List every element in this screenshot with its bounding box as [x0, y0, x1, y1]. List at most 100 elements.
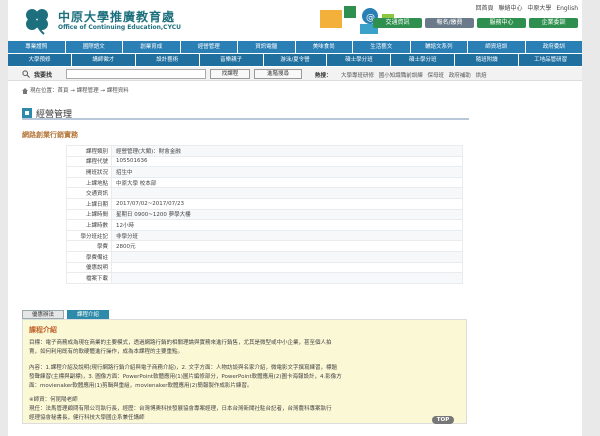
top-link-english[interactable]: English [556, 5, 578, 12]
intro-paragraph: 現任：法馬管理顧問有限公司執行長，經歷：台灣博奧科技發展協會專案經理，日本台灣新… [29, 406, 332, 412]
breadcrumb-text[interactable]: 現在位置：首頁 → 課程管理 → 課程資料 [30, 88, 129, 94]
intro-paragraph: 目標：電子商務成為現在商業的主要模式，透過網路行銷的相關理論與實務來進行銷售，尤… [29, 340, 332, 346]
row-value: 12小時 [111, 219, 463, 231]
nav-item[interactable]: 生活藝文 [353, 41, 410, 53]
row-label: 檔案下載 [66, 272, 112, 284]
course-intro-panel: 課程介紹 目標：電子商務成為現在商業的主要模式，透過網路行銷的相關理論與實務來進… [22, 319, 467, 424]
row-value [111, 187, 463, 199]
course-info-table: 課程類別 經營管理(大類)：財會金融 課程代號 105501636 開班狀況 招生中 … [66, 145, 463, 284]
table-row: 開班狀況 招生中 [66, 166, 463, 178]
row-value: 星期日 0900~1200 夢學大樓 [111, 208, 463, 221]
nav-item[interactable]: 經營管理 [180, 41, 237, 53]
row-label: 課程類別 [66, 145, 112, 157]
row-label: 上課時間 [66, 208, 112, 221]
breadcrumb: 現在位置：首頁 → 課程管理 → 課程資料 [22, 86, 129, 94]
row-value[interactable] [111, 272, 463, 284]
row-label: 學費 [66, 240, 112, 252]
back-to-top-button[interactable]: TOP [432, 416, 454, 424]
hot-search-label: 熱搜： [315, 73, 332, 79]
top-link-home[interactable]: 回首頁 [476, 5, 494, 12]
row-label: 上課日期 [66, 197, 112, 210]
hot-search-link[interactable]: 政府補助 [449, 73, 471, 79]
nav-item[interactable]: 輔諮文系列 [410, 41, 467, 53]
top-links: 回首頁 聯絡中心 中原大學 English [473, 3, 578, 12]
nav-item[interactable]: 工地品管研習 [519, 54, 582, 66]
page-title-bar: 經營管理 [22, 107, 469, 120]
header: 中原大學推廣教育處 Office of Continuing Education… [8, 0, 582, 40]
home-icon [22, 87, 28, 94]
main-nav-row1: 專業證照 國際語文 創業育成 經營管理 資訊電腦 美味食尚 生活藝文 輔諮文系列… [8, 41, 582, 53]
row-value [111, 261, 463, 274]
nav-item[interactable]: 碩士學分班 [327, 54, 391, 66]
top-link-cycu[interactable]: 中原大學 [527, 5, 551, 12]
nav-item[interactable]: 資訊電腦 [238, 41, 295, 53]
hot-search-link[interactable]: 國小知識職前訓練 [379, 73, 423, 79]
nav-item[interactable]: 專業證照 [8, 41, 65, 53]
row-value: 招生中 [111, 166, 463, 178]
nav-item[interactable]: 碩士學分班 [391, 54, 455, 66]
nav-item[interactable]: 師資培訓 [468, 41, 525, 53]
nav-item[interactable]: 美味食尚 [295, 41, 352, 53]
row-label: 上課時數 [66, 219, 112, 231]
row-label: 上課地點 [66, 176, 112, 189]
nav-item[interactable]: 國際語文 [65, 41, 122, 53]
table-row: 上課時數 12小時 [66, 219, 463, 231]
nav-item[interactable]: 游泳/夏令營 [263, 54, 327, 66]
row-value: 2800元 [111, 240, 463, 252]
nav-item[interactable]: 創業育成 [123, 41, 180, 53]
row-value [111, 250, 463, 263]
service-center-button[interactable]: 服務中心 [477, 18, 526, 28]
register-pay-button[interactable]: 報名/繳費 [425, 18, 474, 28]
table-row: 課程代號 105501636 [66, 155, 463, 168]
search-icon [22, 70, 30, 78]
main-nav-row2: 大學預修 講師徵才 設計藝術 音樂親子 游泳/夏令營 碩士學分班 碩士學分班 隨… [8, 54, 582, 66]
search-input[interactable] [66, 69, 206, 79]
intro-paragraph: 內容：1.課程介紹及說明(現行網路行銷介紹與電子商務介紹)，2. 文字方面：人物… [29, 365, 338, 371]
table-row: 上課日期 2017/07/02~2017/07/23 [66, 197, 463, 210]
advanced-search-button[interactable]: 進階搜尋 [254, 69, 302, 79]
row-value: 2017/07/02~2017/07/23 [111, 197, 463, 210]
table-row: 交通資訊 [66, 187, 463, 199]
nav-item[interactable]: 隨班附讀 [455, 54, 519, 66]
intro-paragraph: 發聲練習(主標與副標)，3. 圖像方面：PowerPoint軟體應用(1)圖片編… [29, 374, 342, 380]
find-course-button[interactable]: 找課程 [210, 69, 250, 79]
nav-item[interactable]: 音樂親子 [199, 54, 263, 66]
search-label: 我要找 [34, 72, 53, 79]
nav-item[interactable]: 大學預修 [8, 54, 71, 66]
table-row: 課程類別 經營管理(大類)：財會金融 [66, 145, 463, 157]
table-row: 上課地點 中原大學 校本部 [66, 176, 463, 189]
tab-discount[interactable]: 優惠辦法 [22, 310, 64, 319]
logo-english-name[interactable]: Office of Continuing Education,CYCU [58, 24, 181, 31]
course-title: 網路創業行銷實務 [22, 131, 78, 139]
enterprise-training-button[interactable]: 企業委訓 [529, 18, 578, 28]
clover-logo-icon[interactable] [22, 5, 52, 35]
page: 中原大學推廣教育處 Office of Continuing Education… [8, 0, 582, 436]
row-label: 開班狀況 [66, 166, 112, 178]
nav-item[interactable]: 政府委訓 [525, 41, 582, 53]
page-title: 經營管理 [36, 110, 73, 120]
table-row: 學費備註 [66, 250, 463, 263]
hot-search-link[interactable]: 烘焙 [476, 73, 487, 79]
intro-paragraph: ※師資：何昆陽老師 [29, 397, 78, 403]
row-value: 經營管理(大類)：財會金融 [111, 145, 463, 157]
hot-search-link[interactable]: 保母班 [428, 73, 445, 79]
intro-title: 課程介紹 [29, 326, 57, 334]
logo-chinese-name[interactable]: 中原大學推廣教育處 [58, 8, 175, 25]
nav-item[interactable]: 設計藝術 [135, 54, 199, 66]
table-row: 學費 2800元 [66, 240, 463, 252]
nav-item[interactable]: 講師徵才 [71, 54, 135, 66]
table-row: 學分班註記 非學分班 [66, 229, 463, 242]
row-label: 交通資訊 [66, 187, 112, 199]
row-value: 105501636 [111, 155, 463, 168]
table-row: 優惠說明 [66, 261, 463, 274]
row-value: 中原大學 校本部 [111, 176, 463, 189]
hot-search-link[interactable]: 大學專班研修 [341, 73, 374, 79]
tab-course-intro[interactable]: 課程介紹 [67, 310, 109, 319]
category-icon [22, 108, 32, 118]
traffic-info-button[interactable]: 交通資訊 [373, 18, 422, 28]
intro-paragraph: 面：movienaker軟體應用(1)剪輯與重組，movienaker軟體應用(… [29, 383, 253, 389]
row-label: 優惠說明 [66, 261, 112, 274]
row-label: 學費備註 [66, 250, 112, 263]
top-link-contact[interactable]: 聯絡中心 [498, 5, 522, 12]
row-value: 非學分班 [111, 229, 463, 242]
